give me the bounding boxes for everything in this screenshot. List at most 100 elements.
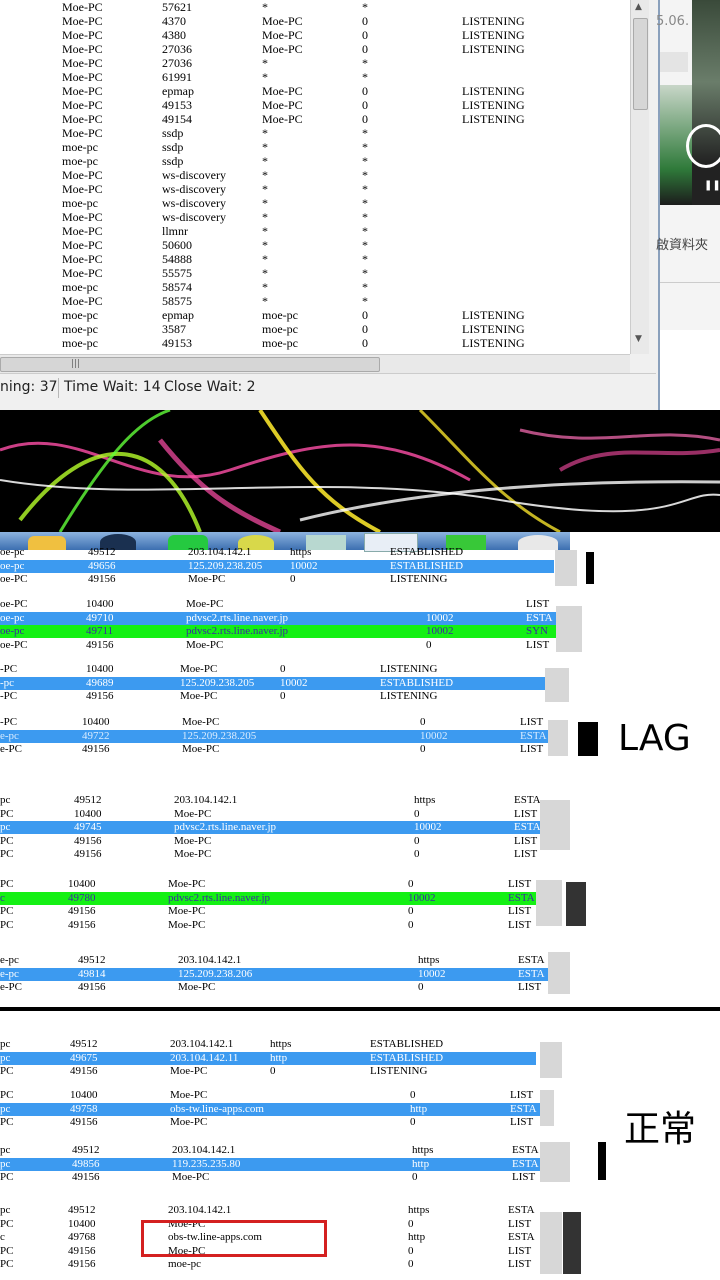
strip-connection-row[interactable]: PC 10400 Moe-PC 0 LIST bbox=[0, 1089, 540, 1102]
connection-row[interactable]: Moe-PC 49154 Moe-PC 0 LISTENING bbox=[0, 112, 630, 126]
strip-connection-row[interactable]: oe-pc 49710 pdvsc2.rts.line.naver.jp 10002 E… bbox=[0, 611, 556, 625]
connection-row[interactable]: Moe-PC 4380 Moe-PC 0 LISTENING bbox=[0, 28, 630, 42]
strip-connection-row[interactable]: PC 10400 Moe-PC 0 LIST bbox=[0, 878, 536, 891]
strip-connection-cell: ESTABLISHED bbox=[390, 546, 464, 558]
vertical-scroll-thumb[interactable] bbox=[633, 18, 648, 110]
strip-connection-cell: 203.104.142.1 bbox=[168, 1204, 232, 1216]
strip-connection-row[interactable]: e-PC 49156 Moe-PC 0 LIST bbox=[0, 743, 548, 756]
strip-connection-row[interactable]: pc 49758 obs-tw.line-apps.com http ESTA bbox=[0, 1102, 540, 1116]
strip-connection-row[interactable]: PC 49156 Moe-PC 0 LIST bbox=[0, 905, 536, 918]
connection-row[interactable]: Moe-PC ws-discovery * * bbox=[0, 168, 630, 182]
strip-connection-row[interactable]: oe-PC 10400 Moe-PC LIST bbox=[0, 598, 556, 611]
strip-scrollbar[interactable] bbox=[545, 668, 569, 702]
strip-connection-row[interactable]: pc 49745 pdvsc2.rts.line.naver.jp 10002 ESTA bbox=[0, 821, 540, 834]
lag-label: LAG bbox=[618, 718, 691, 759]
strip-connection-cell: http bbox=[410, 1102, 428, 1115]
connection-row[interactable]: Moe-PC 27036 Moe-PC 0 LISTENING bbox=[0, 42, 630, 56]
connection-cell: moe-pc bbox=[62, 280, 98, 294]
strip-connection-row[interactable]: oe-pc 49711 pdvsc2.rts.line.naver.jp 10002 S… bbox=[0, 625, 556, 638]
connection-row[interactable]: moe-pc 3587 moe-pc 0 LISTENING bbox=[0, 322, 630, 336]
strip-connection-row[interactable]: oe-pc 49512 203.104.142.1 https ESTABLISHED bbox=[0, 546, 554, 559]
connection-row[interactable]: Moe-PC 61991 * * bbox=[0, 70, 630, 84]
strip-connection-cell: 203.104.142.1 bbox=[170, 1038, 234, 1050]
connection-row[interactable]: Moe-PC 58575 * * bbox=[0, 294, 630, 308]
strip-connection-cell: 10002 bbox=[280, 676, 308, 689]
strip-scrollbar[interactable] bbox=[556, 606, 582, 652]
strip-connection-row[interactable]: pc 49512 203.104.142.1 https ESTA bbox=[0, 1144, 540, 1157]
strip-scrollbar[interactable] bbox=[548, 952, 570, 994]
strip-connection-row[interactable]: PC 49156 moe-pc 0 LIST bbox=[0, 1258, 540, 1271]
strip-scrollbar[interactable] bbox=[555, 550, 577, 586]
strip-connection-row[interactable]: c 49780 pdvsc2.rts.line.naver.jp 10002 ESTA bbox=[0, 891, 536, 905]
strip-scrollbar[interactable] bbox=[548, 720, 568, 756]
connection-row[interactable]: Moe-PC llmnr * * bbox=[0, 224, 630, 238]
strip-scrollbar[interactable] bbox=[540, 1142, 570, 1182]
strip-connection-cell: http bbox=[270, 1051, 288, 1064]
strip-connection-row[interactable]: oe-PC 49156 Moe-PC 0 LISTENING bbox=[0, 573, 554, 586]
strip-connection-row[interactable]: pc 49856 119.235.235.80 http ESTA bbox=[0, 1157, 540, 1171]
connection-row[interactable]: Moe-PC ws-discovery * * bbox=[0, 182, 630, 196]
connection-row[interactable]: moe-pc 58574 * * bbox=[0, 280, 630, 294]
connection-cell: moe-pc bbox=[62, 308, 98, 322]
connection-cell: Moe-PC bbox=[262, 84, 303, 98]
connection-row[interactable]: moe-pc epmap moe-pc 0 LISTENING bbox=[0, 308, 630, 322]
connection-row[interactable]: moe-pc ssdp * * bbox=[0, 154, 630, 168]
connection-row[interactable]: Moe-PC ws-discovery * * bbox=[0, 210, 630, 224]
strip-connection-row[interactable]: pc 49512 203.104.142.1 https ESTABLISHED bbox=[0, 1038, 536, 1051]
vertical-scrollbar[interactable]: ▲ ▼ bbox=[630, 0, 649, 354]
connection-row[interactable]: Moe-PC ssdp * * bbox=[0, 126, 630, 140]
strip-connection-row[interactable]: e-PC 49156 Moe-PC 0 LIST bbox=[0, 981, 548, 994]
strip-connection-row[interactable]: PC 49156 Moe-PC 0 LIST bbox=[0, 919, 536, 932]
strip-connection-row[interactable]: e-pc 49814 125.209.238.206 10002 ESTA bbox=[0, 967, 548, 981]
strip-connection-row[interactable]: -pc 49689 125.209.238.205 10002 ESTABLISHED bbox=[0, 676, 546, 690]
strip-connection-row[interactable]: e-pc 49512 203.104.142.1 https ESTA bbox=[0, 954, 548, 967]
scroll-down-arrow-icon[interactable]: ▼ bbox=[635, 334, 642, 344]
strip-connection-row[interactable]: PC 49156 Moe-PC 0 LISTENING bbox=[0, 1065, 536, 1078]
connection-row[interactable]: moe-pc ws-discovery * * bbox=[0, 196, 630, 210]
connection-row[interactable]: Moe-PC 50600 * * bbox=[0, 238, 630, 252]
connection-row[interactable]: Moe-PC 57621 * * bbox=[0, 0, 630, 14]
connection-row[interactable]: moe-pc 49153 moe-pc 0 LISTENING bbox=[0, 336, 630, 350]
strip-scrollbar[interactable] bbox=[536, 880, 562, 926]
video-thumbnail[interactable]: ❚❚ bbox=[686, 0, 720, 205]
strip-connection-row[interactable]: pc 49512 203.104.142.1 https ESTA bbox=[0, 794, 540, 807]
scroll-up-arrow-icon[interactable]: ▲ bbox=[635, 2, 642, 12]
strip-connection-row[interactable]: -PC 10400 Moe-PC 0 LIST bbox=[0, 716, 548, 729]
strip-connection-cell: 125.209.238.205 bbox=[188, 559, 263, 572]
connections-list[interactable]: Moe-PC 57621 * * Moe-PC 4370 Moe-PC 0 LISTENING M… bbox=[0, 0, 630, 354]
strip-connection-cell: -pc bbox=[0, 676, 15, 689]
connection-row[interactable]: moe-pc ssdp * * bbox=[0, 140, 630, 154]
strip-connection-row[interactable]: PC 49156 Moe-PC 0 LIST bbox=[0, 1171, 540, 1184]
connection-row[interactable]: Moe-PC 55575 * * bbox=[0, 266, 630, 280]
strip-connection-row[interactable]: pc 49512 203.104.142.1 https ESTA bbox=[0, 1204, 540, 1217]
strip-connection-row[interactable]: PC 49156 Moe-PC 0 LIST bbox=[0, 1116, 540, 1129]
connection-cell: Moe-PC bbox=[62, 210, 103, 224]
strip-scrollbar[interactable] bbox=[540, 1212, 562, 1274]
strip-connection-row[interactable]: PC 49156 Moe-PC 0 LIST bbox=[0, 835, 540, 848]
strip-scrollbar[interactable] bbox=[540, 1090, 554, 1126]
pause-icon[interactable]: ❚❚ bbox=[704, 180, 720, 191]
strip-connection-cell: oe-PC bbox=[0, 598, 28, 610]
strip-connection-row[interactable]: oe-PC 49156 Moe-PC 0 LIST bbox=[0, 639, 556, 652]
strip-scrollbar[interactable] bbox=[540, 1042, 562, 1078]
strip-connection-row[interactable]: -PC 49156 Moe-PC 0 LISTENING bbox=[0, 690, 546, 703]
strip-connection-cell: 49156 bbox=[72, 1171, 100, 1183]
connection-row[interactable]: Moe-PC 49153 Moe-PC 0 LISTENING bbox=[0, 98, 630, 112]
strip-connection-row[interactable]: PC 49156 Moe-PC 0 LIST bbox=[0, 848, 540, 861]
horizontal-scrollbar[interactable]: ||| bbox=[0, 354, 630, 373]
connection-row[interactable]: Moe-PC 54888 * * bbox=[0, 252, 630, 266]
strip-connection-row[interactable]: -PC 10400 Moe-PC 0 LISTENING bbox=[0, 663, 546, 676]
strip-connection-row[interactable]: oe-pc 49656 125.209.238.205 10002 ESTABLISHE… bbox=[0, 559, 554, 573]
open-folder-link[interactable]: 啟資料夾 bbox=[656, 234, 708, 253]
connection-row[interactable]: Moe-PC epmap Moe-PC 0 LISTENING bbox=[0, 84, 630, 98]
strip-connection-row[interactable]: e-pc 49722 125.209.238.205 10002 ESTA bbox=[0, 729, 548, 743]
strip-scrollbar[interactable] bbox=[540, 800, 570, 850]
connection-row[interactable]: Moe-PC 4370 Moe-PC 0 LISTENING bbox=[0, 14, 630, 28]
strip-connection-row[interactable]: pc 49675 203.104.142.11 http ESTABLISHED bbox=[0, 1051, 536, 1065]
connection-row[interactable]: Moe-PC 27036 * * bbox=[0, 56, 630, 70]
strip-connection-row[interactable]: PC 10400 Moe-PC 0 LIST bbox=[0, 808, 540, 821]
horizontal-scroll-thumb[interactable]: ||| bbox=[0, 357, 380, 372]
strip-connection-cell: 49758 bbox=[70, 1102, 98, 1115]
play-circle-icon[interactable] bbox=[686, 124, 720, 168]
strip-connection-cell: 49156 bbox=[88, 573, 116, 585]
